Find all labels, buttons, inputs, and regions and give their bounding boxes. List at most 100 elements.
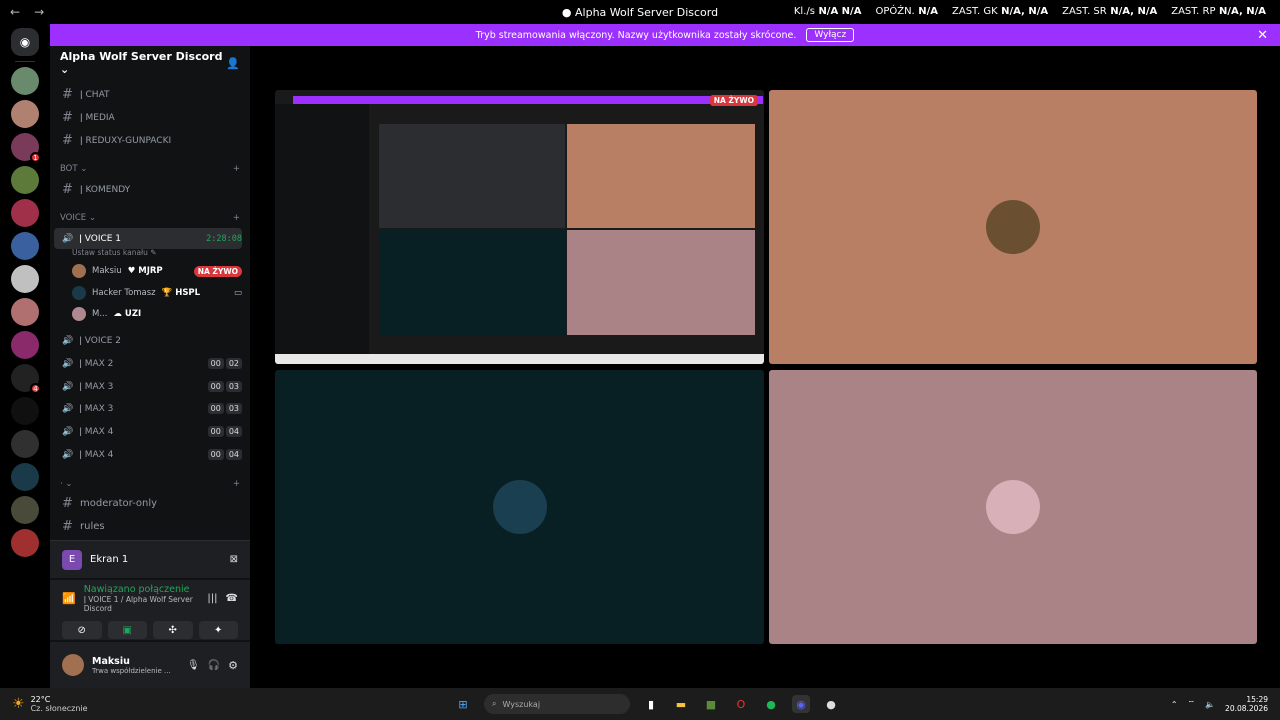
clock-time[interactable]: 15:29	[1225, 695, 1268, 704]
screen-share-panel: E Ekran 1 ⊠	[50, 540, 250, 578]
search-icon: ⌕	[492, 699, 497, 708]
participant-tile[interactable]	[769, 90, 1257, 364]
chevron-up-icon[interactable]: ⌃	[1171, 700, 1178, 709]
weather-text: Cz. słonecznie	[30, 704, 88, 713]
camera-off-button[interactable]: ⊘	[62, 621, 102, 639]
signal-icon: 📶	[62, 592, 76, 605]
voice-user[interactable]: Hacker Tomasz 🏆 HSPL ▭	[72, 283, 242, 303]
activities-button[interactable]: ✣	[153, 621, 193, 639]
task-view-icon[interactable]: ▮	[642, 695, 660, 713]
perf-stats: Kl./s N/A N/A OPÓŹN. N/A ZAST. GK N/A, N…	[794, 6, 1266, 17]
volume-icon[interactable]: 🔈	[1205, 700, 1215, 709]
server-list: ◉ 1 4	[0, 24, 50, 688]
voice-channel-max[interactable]: 🔊 ǀ MAX 4 00 04	[54, 444, 242, 465]
server-icon[interactable]	[11, 298, 39, 326]
microphone-icon[interactable]: 🎙	[187, 660, 200, 671]
noise-suppression-icon[interactable]: |||	[207, 593, 217, 604]
server-icon[interactable]	[11, 100, 39, 128]
connection-detail[interactable]: ǀ VOICE 1 / Alpha Wolf Server Discord	[84, 595, 200, 613]
avatar[interactable]	[62, 654, 84, 676]
voice-user[interactable]: M... ☁ UZI	[72, 304, 242, 324]
channel-chat[interactable]: # ǀ CHAT	[54, 84, 242, 105]
gear-icon[interactable]: ⚙	[228, 659, 238, 672]
hash-icon: #	[62, 87, 73, 102]
screen-share-button[interactable]: ▣	[107, 621, 147, 639]
channel-status-input[interactable]: Ustaw status kanału ✎	[72, 246, 242, 258]
opera-icon[interactable]: O	[732, 695, 750, 713]
avatar	[72, 307, 86, 321]
speaker-icon: 🔊	[62, 335, 74, 346]
nested-tile	[379, 230, 565, 335]
server-icon[interactable]	[11, 496, 39, 524]
voice-channel-max[interactable]: 🔊 ǀ MAX 2 00 02	[54, 353, 242, 374]
live-badge: NA ŻYWO	[193, 265, 242, 277]
stat-rp: ZAST. RP N/A, N/A	[1171, 6, 1266, 17]
guild-name: Alpha Wolf Server Discord ⌄	[60, 50, 223, 76]
server-icon[interactable]	[11, 265, 39, 293]
banner-text: Tryb streamowania włączony. Nazwy użytko…	[475, 29, 797, 41]
server-icon[interactable]	[11, 166, 39, 194]
discord-icon[interactable]: ◉	[792, 695, 810, 713]
channel-reduxy[interactable]: # ǀ REDUXY-GUNPACKI	[54, 130, 242, 151]
participant-tile[interactable]	[769, 370, 1257, 644]
voice-channel-max[interactable]: 🔊 ǀ MAX 3 00 03	[54, 376, 242, 397]
screen-title: Ekran 1	[90, 554, 129, 565]
app-icon[interactable]: ●	[822, 695, 840, 713]
nested-sidebar	[275, 104, 369, 356]
disconnect-icon[interactable]: ☎	[226, 593, 238, 604]
server-icon[interactable]	[11, 199, 39, 227]
category-misc[interactable]: · ⌄ +	[60, 479, 240, 493]
hash-icon: #	[62, 182, 73, 197]
temperature: 22°C	[30, 695, 51, 704]
server-icon[interactable]: 1	[11, 133, 41, 163]
category-voice[interactable]: VOICE ⌄ +	[60, 213, 240, 227]
add-channel-icon: +	[232, 479, 240, 489]
voice-channel-max[interactable]: 🔊 ǀ MAX 4 00 04	[54, 421, 242, 442]
stat-gk: ZAST. GK N/A, N/A	[952, 6, 1049, 17]
discord-home-icon[interactable]: ◉	[11, 28, 39, 56]
channel-media[interactable]: # ǀ MEDIA	[54, 107, 242, 128]
server-icon[interactable]	[11, 529, 39, 557]
participant-tile[interactable]	[275, 370, 764, 644]
voice-channel-max[interactable]: 🔊 ǀ MAX 3 00 03	[54, 398, 242, 419]
network-icon[interactable]: ⌔	[1188, 699, 1196, 709]
server-icon[interactable]	[11, 430, 39, 458]
weather-widget[interactable]: ☀ 22°C Cz. słonecznie	[0, 695, 200, 713]
server-icon[interactable]	[11, 397, 39, 425]
windows-start-icon[interactable]: ⊞	[454, 695, 472, 713]
speaker-icon: 🔊	[62, 449, 74, 460]
headphones-icon[interactable]: 🎧	[208, 660, 220, 671]
server-icon[interactable]	[11, 331, 39, 359]
add-channel-icon: +	[232, 213, 240, 223]
screen-share-tile[interactable]: NA ŻYWO	[275, 90, 764, 364]
clock-date[interactable]: 20.08.2026	[1225, 704, 1268, 713]
channel-komendy[interactable]: # ǀ KOMENDY	[54, 179, 242, 200]
soundboard-button[interactable]: ✦	[198, 621, 238, 639]
stat-fps: Kl./s N/A N/A	[793, 6, 862, 17]
voice-channel-2[interactable]: 🔊 ǀ VOICE 2	[54, 330, 242, 351]
server-icon[interactable]	[11, 232, 39, 260]
server-icon[interactable]	[11, 67, 39, 95]
channel-rules[interactable]: # rules	[54, 516, 242, 537]
channel-moderator-only[interactable]: # moderator-only	[54, 493, 242, 514]
guild-header[interactable]: Alpha Wolf Server Discord ⌄ 👤	[50, 46, 250, 80]
user-panel: Maksiu Trwa współdzielenie ... 🎙 🎧 ⚙	[50, 642, 250, 688]
taskbar-search[interactable]: ⌕ Wyszukaj	[484, 694, 630, 714]
server-icon[interactable]: 4	[11, 364, 41, 394]
file-explorer-icon[interactable]: ▬	[672, 695, 690, 713]
sun-icon: ☀	[12, 696, 25, 712]
disable-streamer-mode-button[interactable]: Wyłącz	[806, 28, 855, 42]
nested-tile	[567, 230, 755, 335]
minecraft-icon[interactable]: ■	[702, 695, 720, 713]
close-icon[interactable]: ✕	[1257, 28, 1268, 43]
voice-user[interactable]: Maksiu ♥ MJRP NA ŻYWO	[72, 261, 242, 281]
server-icon[interactable]	[11, 463, 39, 491]
connection-status[interactable]: Nawiązano połączenie	[84, 584, 200, 595]
nested-banner	[293, 96, 763, 104]
spotify-icon[interactable]: ●	[762, 695, 780, 713]
hash-icon: #	[62, 496, 73, 511]
stop-share-icon[interactable]: ⊠	[230, 554, 238, 565]
avatar	[986, 480, 1040, 534]
category-bot[interactable]: BOT ⌄ +	[60, 164, 240, 178]
add-member-icon[interactable]: 👤	[226, 57, 240, 70]
